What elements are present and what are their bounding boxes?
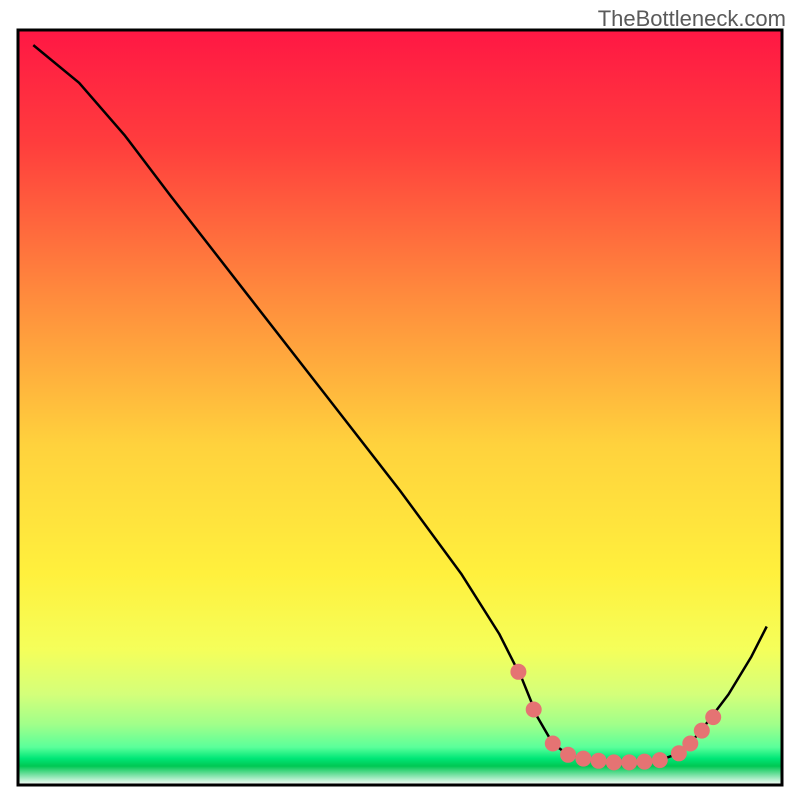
data-marker bbox=[606, 754, 622, 770]
data-marker bbox=[637, 754, 653, 770]
data-marker bbox=[694, 723, 710, 739]
data-marker bbox=[526, 702, 542, 718]
data-marker bbox=[682, 736, 698, 752]
data-marker bbox=[705, 709, 721, 725]
data-marker bbox=[652, 752, 668, 768]
bottleneck-chart: TheBottleneck.com bbox=[0, 0, 800, 800]
data-marker bbox=[621, 754, 637, 770]
data-marker bbox=[591, 753, 607, 769]
chart-svg bbox=[0, 0, 800, 800]
data-marker bbox=[560, 747, 576, 763]
watermark-text: TheBottleneck.com bbox=[598, 6, 786, 32]
gradient-background bbox=[18, 30, 782, 785]
data-marker bbox=[545, 736, 561, 752]
data-marker bbox=[575, 751, 591, 767]
data-marker bbox=[510, 664, 526, 680]
